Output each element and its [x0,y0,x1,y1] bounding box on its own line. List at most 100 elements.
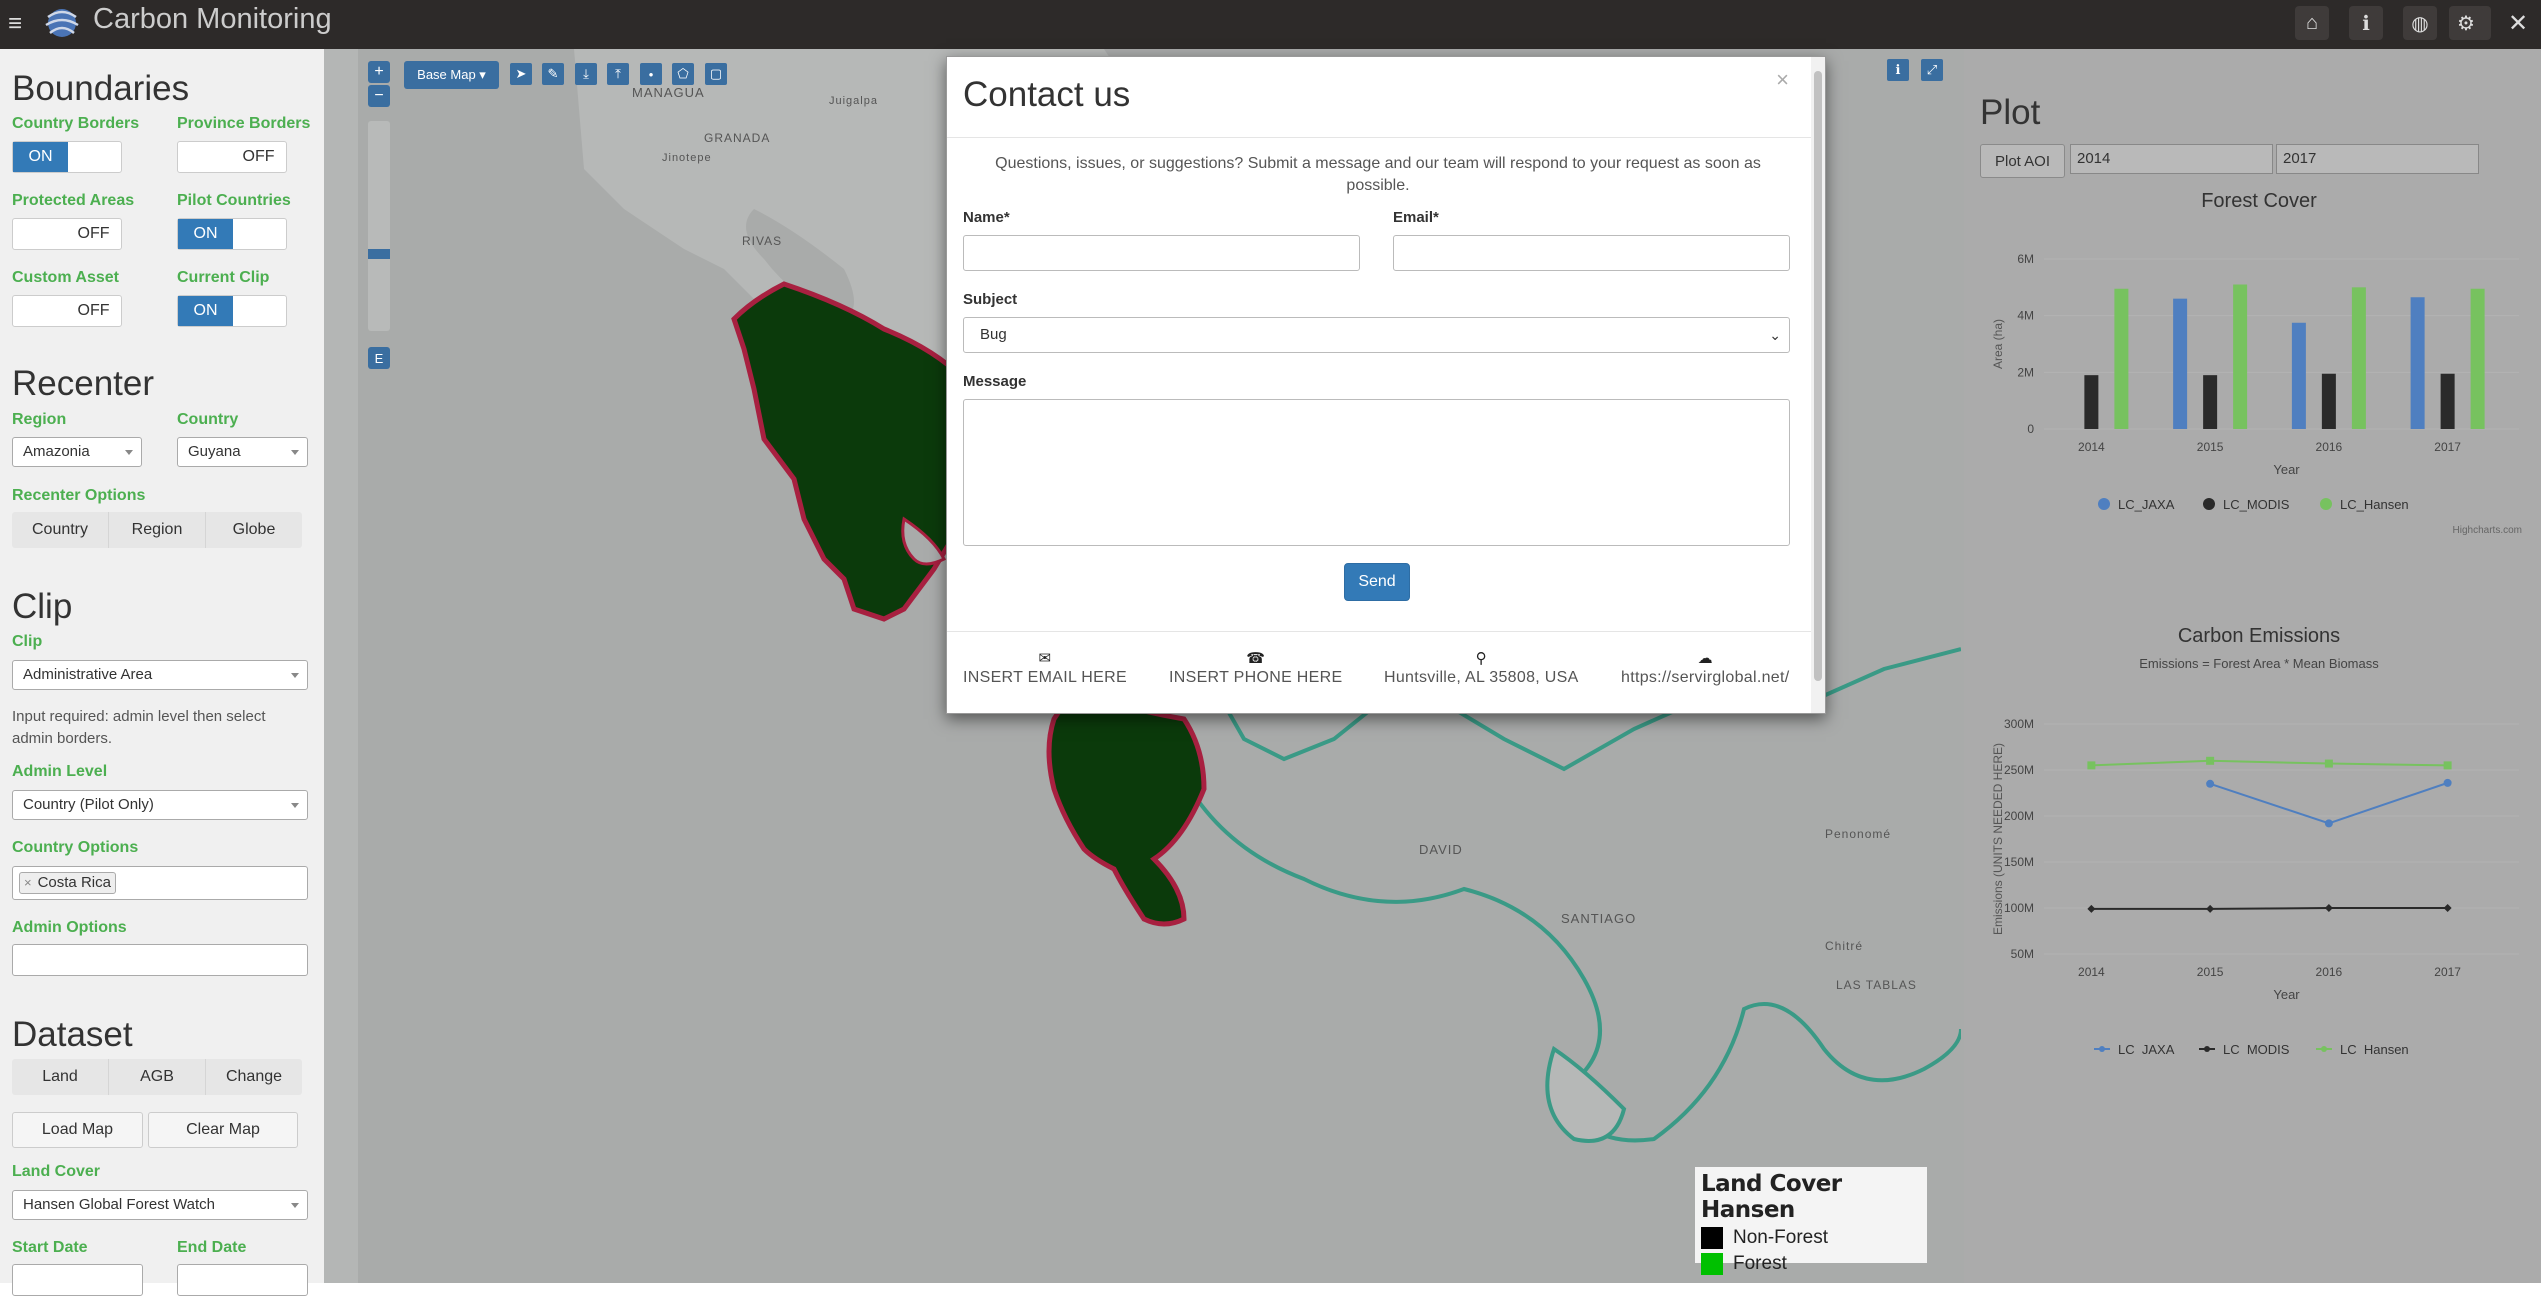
modal-close-button[interactable]: × [1776,67,1789,93]
legend-label: LC_Hansen [2340,1042,2409,1054]
e-button[interactable]: E [368,347,390,369]
info-icon[interactable]: ℹ [2349,6,2383,40]
legend-title: Land Cover Hansen [1701,1171,1842,1223]
polygon-tool-icon[interactable]: ⬠ [672,63,694,85]
subject-value: Bug [980,326,1007,343]
globe-icon[interactable]: ◍ [2403,6,2437,40]
map-info-icon[interactable]: ℹ [1887,59,1909,81]
admin-level-select[interactable]: Country (Pilot Only) [12,790,308,820]
end-date-input[interactable] [177,1264,308,1296]
country-tag-label: Costa Rica [37,874,111,891]
country-options-multiselect[interactable]: × Costa Rica [12,866,308,900]
clip-select[interactable]: Administrative Area [12,660,308,690]
base-map-dropdown[interactable]: Base Map ▾ [404,61,499,89]
recenter-region-button[interactable]: Region [109,512,206,548]
chart-title: Forest Cover [2201,190,2317,212]
toggle-off-label: OFF [77,302,110,319]
caret-down-icon [291,450,299,455]
name-field[interactable] [963,235,1360,271]
tab-agb[interactable]: AGB [109,1059,206,1095]
zoom-slider-handle[interactable] [368,249,390,259]
province-borders-toggle[interactable]: OFF [177,141,287,173]
y-tick-label: 2M [2017,365,2034,379]
clip-heading: Clip [12,587,73,626]
close-icon[interactable]: ✕ [2503,6,2533,40]
scrollbar-thumb[interactable] [1814,71,1822,681]
country-select[interactable]: Guyana [177,437,308,467]
hamburger-menu-icon[interactable]: ≡ [8,10,30,38]
data-point [2324,759,2333,768]
bar [2321,373,2336,429]
data-point [2324,819,2333,828]
toggle-on-label: ON [178,219,233,249]
gear-icon[interactable]: ⚙ [2449,6,2483,40]
data-point [2443,778,2452,787]
data-point [2206,756,2215,765]
legend-marker [2204,1046,2210,1052]
x-tick-label: 2015 [2197,440,2224,454]
zoom-slider-track[interactable] [368,121,390,331]
recenter-globe-button[interactable]: Globe [206,512,302,548]
custom-asset-toggle[interactable]: OFF [12,295,122,327]
country-borders-toggle[interactable]: ON [12,141,122,173]
country-label: Country [177,411,239,428]
name-label: Name* [963,209,1010,226]
y-tick-label: 200M [2004,809,2034,823]
bar [2173,298,2188,429]
boundaries-heading: Boundaries [12,69,190,108]
toggle-on-label: ON [13,142,68,172]
rectangle-tool-icon[interactable]: ▢ [705,63,727,85]
contact-website[interactable]: ☁ https://servirglobal.net/ [1621,649,1789,687]
divider [947,631,1813,632]
recenter-heading: Recenter [12,364,155,403]
contact-email[interactable]: ✉ INSERT EMAIL HERE [963,649,1127,687]
modal-title: Contact us [963,75,1131,114]
country-tag: × Costa Rica [19,872,116,894]
cloud-icon: ☁ [1697,650,1713,667]
remove-tag-icon[interactable]: × [24,875,32,890]
map-marker-icon: ⚲ [1475,650,1487,667]
plot-aoi-button[interactable]: Plot AOI [1980,144,2065,178]
download-tool-icon[interactable]: ⤓ [575,63,597,85]
upload-tool-icon[interactable]: ⤒ [607,63,629,85]
protected-areas-toggle[interactable]: OFF [12,218,122,250]
email-field[interactable] [1393,235,1790,271]
country-select-value: Guyana [188,443,241,460]
country-borders-label: Country Borders [12,115,140,132]
data-point [2443,904,2452,912]
zoom-in-button[interactable]: + [368,61,390,83]
carbon-emissions-chart: Carbon Emissions Emissions = Forest Area … [1991,625,2519,1054]
start-date-input[interactable] [12,1264,143,1296]
load-map-button[interactable]: Load Map [12,1112,143,1148]
clip-label: Clip [12,633,43,650]
current-clip-toggle[interactable]: ON [177,295,287,327]
recenter-country-button[interactable]: Country [12,512,109,548]
tab-change[interactable]: Change [206,1059,302,1095]
send-button[interactable]: Send [1344,563,1410,601]
message-textarea[interactable] [963,399,1790,546]
contact-website-text: https://servirglobal.net/ [1621,669,1790,686]
legend-label: LC_JAXA [2118,497,2175,512]
modal-scrollbar[interactable] [1811,57,1825,713]
home-icon[interactable]: ⌂ [2295,6,2329,40]
contact-address[interactable]: ⚲ Huntsville, AL 35808, USA [1384,649,1579,687]
start-year-input[interactable]: 2014 [2070,144,2273,174]
land-cover-select[interactable]: Hansen Global Forest Watch [12,1190,308,1220]
clip-instructions: Input required: admin level then select … [12,708,266,747]
pilot-countries-toggle[interactable]: ON [177,218,287,250]
contact-phone[interactable]: ☎ INSERT PHONE HERE [1169,649,1342,687]
admin-options-field[interactable] [12,944,308,976]
region-select[interactable]: Amazonia [12,437,142,467]
clear-map-button[interactable]: Clear Map [148,1112,298,1148]
draw-line-tool-icon[interactable]: ✎ [542,63,564,85]
subject-select[interactable]: Bug ⌄ [963,317,1790,353]
tab-land[interactable]: Land [12,1059,109,1095]
select-tool-icon[interactable]: ➤ [510,63,532,85]
y-axis-label: Area (ha) [1991,319,2005,369]
bar [2440,373,2455,429]
point-tool-icon[interactable]: • [640,63,662,85]
end-year-input[interactable]: 2017 [2276,144,2479,174]
recenter-options-group: Country Region Globe [12,512,302,548]
fullscreen-icon[interactable]: ⤢ [1921,59,1943,81]
zoom-out-button[interactable]: − [368,85,390,107]
